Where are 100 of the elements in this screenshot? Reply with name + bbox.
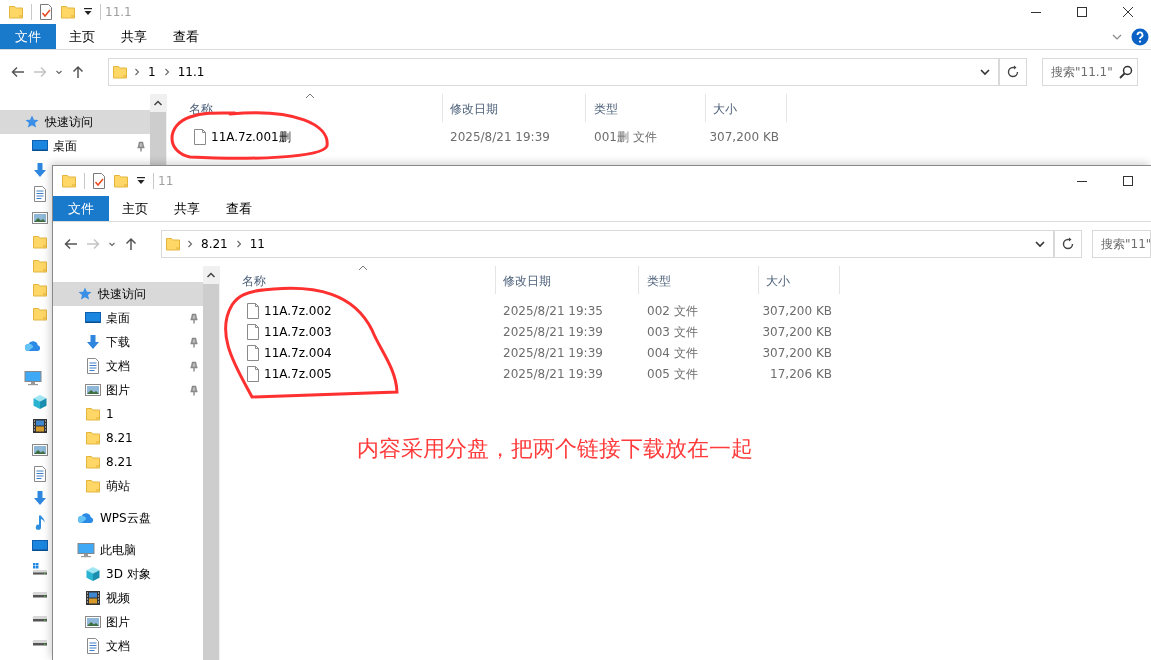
- film-icon: [32, 418, 48, 434]
- back-arrow-icon[interactable]: [10, 64, 26, 80]
- drive-icon: [32, 638, 48, 646]
- column-header[interactable]: 类型: [639, 266, 759, 294]
- file-name[interactable]: 11A.7z.003: [264, 322, 332, 341]
- chevron-icon[interactable]: [134, 67, 140, 77]
- modified-date: 2025/8/21 19:39: [502, 323, 604, 341]
- nav-item[interactable]: 萌站: [53, 474, 203, 498]
- cube-icon: [85, 566, 101, 582]
- nav-item[interactable]: 3D 对象: [53, 562, 203, 586]
- refresh-icon: [1061, 237, 1075, 251]
- file-size: 307,200 KB: [761, 323, 833, 341]
- modified-date: 2025/8/21 19:39: [449, 128, 551, 146]
- nav-item[interactable]: WPS云盘: [53, 506, 203, 530]
- address-bar[interactable]: 8.21 11: [161, 230, 1054, 258]
- folder-icon[interactable]: [8, 4, 24, 20]
- folder-icon: [85, 406, 101, 422]
- file-icon: [246, 344, 260, 361]
- help-icon[interactable]: [1131, 27, 1149, 46]
- chevron-icon[interactable]: [235, 239, 242, 249]
- star-icon: [77, 286, 93, 302]
- pin-icon[interactable]: [188, 335, 200, 349]
- document-icon: [32, 466, 48, 482]
- address-bar[interactable]: 1 11.1: [108, 58, 999, 86]
- pin-icon[interactable]: [188, 359, 200, 373]
- nav-item[interactable]: 文档: [53, 634, 203, 658]
- folder-icon: [85, 430, 101, 446]
- ribbon-tab[interactable]: 主页: [109, 196, 161, 221]
- dropdown-icon[interactable]: [136, 176, 146, 186]
- search-field[interactable]: 搜索"11": [1092, 230, 1151, 258]
- folder-icon: [112, 64, 128, 80]
- file-name[interactable]: 11A.7z.005: [264, 364, 332, 383]
- ribbon-tab[interactable]: 共享: [108, 24, 160, 49]
- up-arrow-icon[interactable]: [70, 64, 86, 80]
- ribbon-tab[interactable]: 文件: [53, 196, 109, 221]
- column-header[interactable]: 大小: [759, 266, 840, 294]
- column-header[interactable]: 名称: [220, 266, 496, 294]
- nav-item[interactable]: 此电脑: [53, 538, 203, 562]
- nav-item[interactable]: 桌面: [0, 134, 150, 158]
- up-arrow-icon[interactable]: [123, 236, 139, 252]
- nav-item[interactable]: 1: [53, 402, 203, 426]
- checklist-icon[interactable]: [39, 4, 53, 20]
- chevron-icon[interactable]: [187, 239, 193, 249]
- nav-item[interactable]: 下载: [53, 330, 203, 354]
- nav-item[interactable]: 8.21: [53, 450, 203, 474]
- ribbon-tab[interactable]: 共享: [161, 196, 213, 221]
- dropdown-icon[interactable]: [83, 7, 93, 17]
- sort-caret-icon: [357, 265, 368, 271]
- ribbon-tab[interactable]: 查看: [160, 24, 212, 49]
- nav-item[interactable]: 快速访问: [53, 282, 203, 306]
- back-arrow-icon[interactable]: [63, 236, 79, 252]
- checklist-icon[interactable]: [92, 173, 106, 189]
- pin-icon[interactable]: [135, 139, 147, 153]
- refresh-icon: [1006, 65, 1020, 79]
- folder-icon[interactable]: [113, 173, 129, 189]
- file-icon: [246, 302, 260, 319]
- breadcrumb-item[interactable]: 11: [247, 235, 267, 253]
- file-type: 001删 文件: [593, 128, 658, 146]
- chevron-icon[interactable]: [163, 67, 170, 77]
- search-field[interactable]: 搜索"11.1": [1042, 58, 1138, 86]
- column-header[interactable]: 大小: [706, 94, 787, 122]
- folder-icon[interactable]: [61, 173, 77, 189]
- scroll-up-icon[interactable]: [206, 271, 216, 279]
- scroll-thumb[interactable]: [150, 112, 166, 165]
- breadcrumb-item[interactable]: 8.21: [199, 235, 230, 253]
- nav-item[interactable]: 快速访问: [0, 110, 150, 134]
- refresh-button[interactable]: [1054, 230, 1082, 258]
- column-header[interactable]: 类型: [586, 94, 706, 122]
- nav-item[interactable]: 视频: [53, 586, 203, 610]
- search-icon[interactable]: [1118, 65, 1133, 79]
- file-icon: [193, 128, 207, 145]
- folder-icon: [165, 236, 181, 252]
- nav-item[interactable]: 8.21: [53, 426, 203, 450]
- breadcrumb-item[interactable]: 11.1: [175, 63, 207, 81]
- drive-icon: [32, 614, 48, 622]
- nav-item[interactable]: 文档: [53, 354, 203, 378]
- file-name[interactable]: 11A.7z.002: [264, 301, 332, 320]
- file-name[interactable]: 11A.7z.001删: [211, 127, 291, 146]
- refresh-button[interactable]: [999, 58, 1027, 86]
- monitor-icon: [77, 542, 95, 558]
- column-header[interactable]: 修改日期: [496, 266, 639, 294]
- folder-icon[interactable]: [60, 4, 76, 20]
- ribbon-tab[interactable]: 文件: [0, 24, 56, 49]
- ribbon-tab[interactable]: 主页: [56, 24, 108, 49]
- breadcrumb-item[interactable]: 1: [146, 63, 158, 81]
- scroll-up-icon[interactable]: [153, 99, 163, 107]
- ribbon-tab[interactable]: 查看: [213, 196, 265, 221]
- nav-item[interactable]: 图片: [53, 610, 203, 634]
- folder-icon: [32, 234, 48, 250]
- nav-item[interactable]: 图片: [53, 378, 203, 402]
- scrollbar[interactable]: [150, 94, 166, 165]
- nav-item[interactable]: 桌面: [53, 306, 203, 330]
- folder-icon: [85, 478, 101, 494]
- column-header[interactable]: 修改日期: [443, 94, 586, 122]
- pin-icon[interactable]: [188, 383, 200, 397]
- file-type: 003 文件: [646, 323, 699, 341]
- modified-date: 2025/8/21 19:39: [502, 344, 604, 362]
- file-type: 002 文件: [646, 302, 699, 320]
- file-name[interactable]: 11A.7z.004: [264, 343, 332, 362]
- pin-icon[interactable]: [188, 311, 200, 325]
